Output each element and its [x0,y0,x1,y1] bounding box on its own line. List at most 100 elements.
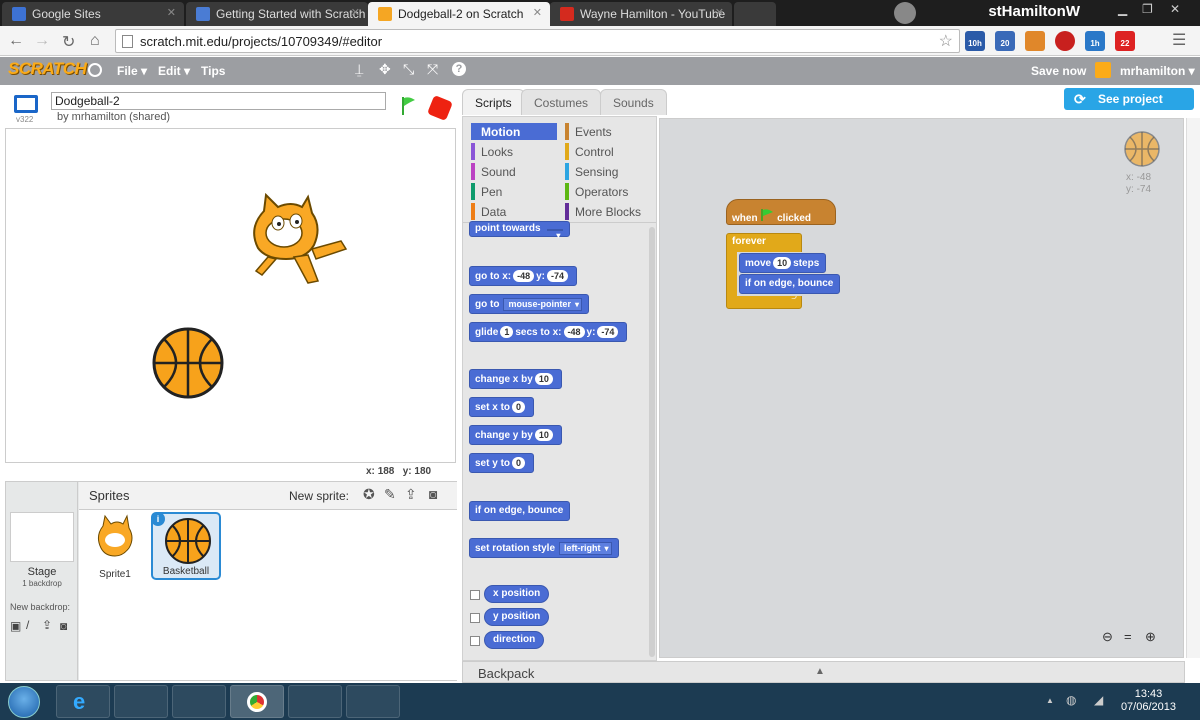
minimize-icon[interactable]: ▁ [1118,2,1127,16]
category-control[interactable]: Control [565,143,651,160]
tab-costumes[interactable]: Costumes [521,89,602,115]
scratch-logo[interactable]: SCRATCH [8,59,87,79]
zoom-out-icon[interactable]: ⊖ [1102,629,1113,645]
expand-up-icon[interactable]: ▲ [815,666,825,677]
browser-tab-youtube[interactable]: Wayne Hamilton - YouTube ✕ [550,2,732,26]
block-change-x[interactable]: change x by 10 [469,369,562,389]
duplicate-icon[interactable]: ⍊ [355,61,363,78]
globe-icon[interactable] [88,63,102,77]
camera-sprite-icon[interactable]: ◙ [429,486,437,502]
window-close-icon[interactable]: ✕ [1170,2,1180,16]
checkbox-direction[interactable] [470,636,480,646]
home-icon[interactable]: ⌂ [90,32,100,50]
block-point-towards[interactable]: point towards [469,221,571,241]
sprite-library-icon[interactable]: ✪ [363,486,375,503]
checkbox-y-position[interactable] [470,613,480,623]
forward-icon[interactable]: → [34,32,50,50]
help-icon[interactable]: ? [452,62,466,76]
browser-tab-dodgeball[interactable]: Dodgeball-2 on Scratch ✕ [368,2,550,26]
system-clock[interactable]: 13:43 07/06/2013 [1121,688,1176,714]
browser-tab-google-sites[interactable]: Google Sites ✕ [2,2,184,26]
paint-backdrop-icon[interactable]: ▣ [10,619,21,633]
basketball-sprite[interactable] [152,327,224,399]
tab-sounds[interactable]: Sounds [600,89,667,115]
save-now-button[interactable]: Save now [1031,64,1086,78]
zoom-reset-icon[interactable]: = [1124,629,1132,644]
paint-sprite-icon[interactable]: ✎ [384,486,396,503]
close-icon[interactable]: ✕ [351,6,360,19]
category-sensing[interactable]: Sensing [565,163,651,180]
reporter-x-position[interactable]: x position [484,585,550,603]
extension-drive-icon[interactable]: 20 [995,31,1015,51]
settings-menu-icon[interactable]: ☰ [1172,30,1186,50]
category-data[interactable]: Data [471,203,557,220]
file-menu[interactable]: File ▾ [117,64,147,78]
extension-puzzle-icon[interactable] [1025,31,1045,51]
upload-icon[interactable]: ⇪ [42,618,52,632]
grow-icon[interactable]: ⤡ [403,61,414,78]
close-icon[interactable]: ✕ [533,6,542,19]
block-glide[interactable]: glide 1 secs to x: -48 y: -74 [469,322,628,342]
tab-scripts[interactable]: Scripts [462,89,525,115]
when-flag-clicked-block[interactable]: when clicked [726,199,836,225]
page-scrollbar[interactable] [1186,118,1200,658]
category-pen[interactable]: Pen [471,183,557,200]
extension-gmail-icon[interactable]: 22 [1115,31,1135,51]
chrome-taskbar-icon[interactable] [230,685,284,718]
close-icon[interactable]: ✕ [167,6,176,19]
if-on-edge-bounce-block[interactable]: if on edge, bounce [739,274,841,294]
category-operators[interactable]: Operators [565,183,651,200]
zoom-in-icon[interactable]: ⊕ [1145,629,1156,645]
user-menu[interactable]: mrhamilton ▾ [1120,64,1195,78]
brush-icon[interactable]: / [26,618,29,632]
start-button[interactable] [8,686,40,718]
block-set-rotation-style[interactable]: set rotation style left-right [469,538,619,558]
sprite-thumb-basketball[interactable]: i Basketball [151,512,221,580]
delete-icon[interactable]: ✥ [379,61,391,78]
browser-tab-getting-started[interactable]: Getting Started with Scratch ✕ [186,2,368,26]
category-looks[interactable]: Looks [471,143,557,160]
block-go-to-xy[interactable]: go to x: -48 y: -74 [469,266,578,286]
block-set-y[interactable]: set y to 0 [469,453,535,473]
restore-icon[interactable]: ❐ [1142,2,1153,16]
scratch-taskbar-icon[interactable] [172,685,226,718]
checkbox-x-position[interactable] [470,590,480,600]
project-title-input[interactable] [51,92,386,110]
stop-icon[interactable] [426,94,454,122]
fullscreen-icon[interactable] [14,95,38,113]
shrink-icon[interactable]: ⤧ [427,61,438,78]
extension-calendar-icon[interactable]: 10h [965,31,985,51]
scripts-area[interactable]: when clicked forever ⮌ move 10 steps if on… [659,118,1184,658]
category-events[interactable]: Events [565,123,651,140]
reporter-y-position[interactable]: y position [484,608,550,626]
network-icon[interactable]: ◍ [1066,693,1076,707]
ie-taskbar-icon[interactable]: e [56,685,110,718]
tips-menu[interactable]: Tips [201,64,225,78]
star-icon[interactable]: ☆ [939,31,953,51]
extension-record-icon[interactable] [1055,31,1075,51]
camera-icon[interactable]: ◙ [60,619,67,633]
stage-thumbnail[interactable] [10,512,74,562]
block-if-on-edge-bounce[interactable]: if on edge, bounce [469,501,571,521]
app-taskbar-icon[interactable] [288,685,342,718]
green-flag-icon[interactable] [401,96,417,116]
address-bar[interactable]: scratch.mit.edu/projects/10709349/#edito… [115,29,960,53]
block-change-y[interactable]: change y by 10 [469,425,562,445]
app2-taskbar-icon[interactable] [346,685,400,718]
block-go-to[interactable]: go to mouse-pointer [469,294,589,314]
category-more-blocks[interactable]: More Blocks [565,203,651,220]
sprite-thumb-sprite1[interactable]: Sprite1 [87,514,143,584]
upload-sprite-icon[interactable]: ⇪ [405,486,417,503]
close-icon[interactable]: ✕ [715,6,724,19]
user-taskbar-icon[interactable] [114,685,168,718]
category-motion[interactable]: Motion [471,123,557,140]
edit-menu[interactable]: Edit ▾ [158,64,190,78]
volume-icon[interactable]: ◢ [1094,693,1103,707]
move-steps-block[interactable]: move 10 steps [739,253,827,273]
new-tab-button[interactable] [734,2,776,26]
backpack-bar[interactable]: Backpack ▲ [462,661,1185,683]
see-project-page-button[interactable]: ⟳ See project page [1064,88,1194,120]
scratch-cat-sprite[interactable] [246,193,356,293]
extension-calendar2-icon[interactable]: 1h [1085,31,1105,51]
palette-scrollbar[interactable] [649,227,655,657]
